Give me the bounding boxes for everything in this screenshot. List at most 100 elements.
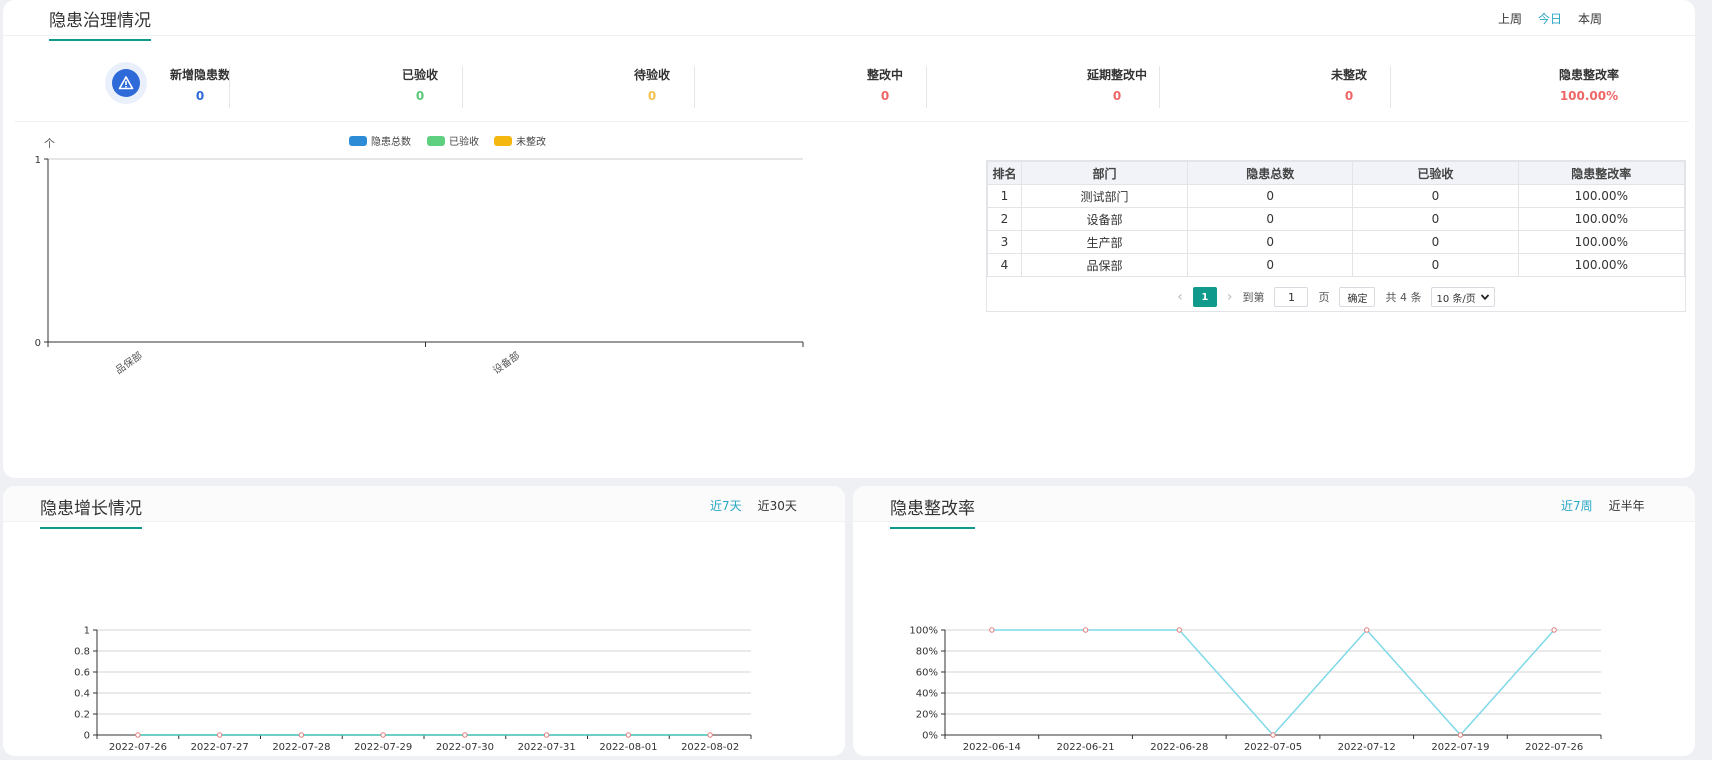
stat-value: 0 (1344, 89, 1354, 103)
y-tick-label: 100% (909, 626, 938, 637)
y-tick-label: 0.6 (74, 668, 90, 679)
tab-last-7-days[interactable]: 近7天 (710, 497, 742, 514)
stat-divider (926, 66, 927, 108)
column-header-accepted: 已验收 (1352, 161, 1519, 185)
column-header-department: 部门 (1020, 161, 1189, 185)
governance-panel: 隐患治理情况 上周 今日 本周 新增隐患数 0 已验收 0 待验收 0 整改中 … (3, 0, 1695, 478)
stat-new-hazards: 新增隐患数 0 (140, 66, 260, 103)
tab-last-week[interactable]: 上周 (1498, 10, 1522, 27)
legend-swatch (349, 136, 367, 146)
x-tick-label: 2022-06-14 (963, 742, 1021, 751)
page-size-select[interactable]: 10 条/页 (1431, 287, 1495, 307)
y-tick-label: 80% (916, 647, 938, 658)
tab-today[interactable]: 今日 (1538, 10, 1562, 27)
department-table: 排名 部门 隐患总数 已验收 隐患整改率 1 测试部门 0 0 100.00% … (986, 160, 1686, 312)
cell-total: 0 (1187, 230, 1354, 254)
cell-department: 测试部门 (1020, 184, 1189, 208)
data-point (543, 732, 550, 738)
data-point (1270, 732, 1276, 738)
y-tick-label: 60% (916, 668, 938, 679)
cell-total: 0 (1187, 253, 1354, 277)
x-tick-label: 2022-08-01 (599, 742, 657, 751)
department-bar-chart: 个 隐患总数 已验收 未整改 0 1 品保部 设备部 (35, 135, 804, 377)
x-tick-label: 2022-08-02 (681, 742, 739, 751)
goto-page-input[interactable] (1274, 287, 1309, 307)
table-row: 1 测试部门 0 0 100.00% (987, 184, 1686, 208)
stat-value: 0 (880, 89, 890, 103)
stat-divider (229, 66, 230, 108)
cell-rank: 3 (987, 230, 1022, 254)
rate-header: 隐患整改率 近7周 近半年 (853, 486, 1695, 529)
x-tick-label: 2022-07-29 (354, 742, 412, 751)
cell-rate: 100.00% (1517, 184, 1686, 208)
goto-label: 到第 (1242, 291, 1265, 304)
data-point (707, 732, 713, 738)
data-point (625, 732, 632, 738)
page-number-button[interactable]: 1 (1192, 287, 1217, 307)
series-line (991, 628, 1555, 737)
growth-title: 隐患增长情况 (40, 494, 142, 529)
cell-total: 0 (1187, 207, 1354, 231)
y-tick-label: 0.8 (74, 647, 90, 658)
chevron-down-icon (1480, 294, 1489, 301)
legend-swatch (427, 136, 445, 146)
table-row: 3 生产部 0 0 100.00% (987, 230, 1686, 254)
chevron-right-icon[interactable]: › (1227, 289, 1233, 305)
data-point (298, 732, 305, 738)
tab-last-30-days[interactable]: 近30天 (758, 497, 797, 514)
department-table-grid: 排名 部门 隐患总数 已验收 隐患整改率 1 测试部门 0 0 100.00% … (987, 161, 1686, 277)
y-tick-label: 0 (84, 731, 90, 742)
data-point (1082, 627, 1089, 633)
stat-value: 0 (195, 89, 205, 103)
x-tick-label: 品保部 (113, 349, 145, 377)
rate-range-tabs: 近7周 近半年 (1561, 497, 1645, 514)
governance-range-tabs: 上周 今日 本周 (1498, 10, 1602, 27)
stat-label: 新增隐患数 (169, 68, 230, 82)
stat-divider (1390, 66, 1391, 108)
legend-label: 隐患总数 (371, 135, 411, 148)
cell-rank: 4 (987, 253, 1022, 277)
cell-rank: 2 (987, 207, 1022, 231)
y-axis-unit: 个 (44, 137, 55, 150)
x-tick-label: 2022-07-05 (1244, 742, 1302, 751)
cell-accepted: 0 (1352, 230, 1519, 254)
growth-panel: 隐患增长情况 近7天 近30天 0 0.2 0.4 0.6 0.8 1 2022-07-26… (3, 486, 845, 756)
x-tick-label: 2022-07-27 (191, 742, 249, 751)
x-tick-label: 设备部 (490, 349, 522, 377)
legend-label: 已验收 (449, 135, 479, 148)
tab-this-week[interactable]: 本周 (1578, 10, 1602, 27)
hazard-growth-line-chart: 0 0.2 0.4 0.6 0.8 1 2022-07-26 2022-07-27 2022-0… (74, 626, 752, 751)
stats-row: 新增隐患数 0 已验收 0 待验收 0 整改中 0 延期整改中 0 未整改 0 (15, 52, 1689, 122)
data-point (1551, 627, 1557, 633)
rate-panel: 隐患整改率 近7周 近半年 0% 20% 40% 60% 80% 100% 2022-06-… (853, 486, 1695, 756)
table-row: 4 品保部 0 0 100.00% (987, 253, 1686, 277)
x-tick-label: 2022-07-31 (518, 742, 576, 751)
cell-department: 设备部 (1020, 207, 1189, 231)
stat-label: 整改中 (866, 68, 903, 82)
page-unit-label: 页 (1318, 291, 1330, 304)
tab-last-half-year[interactable]: 近半年 (1609, 497, 1645, 514)
y-tick-label: 1 (84, 626, 90, 637)
x-tick-label: 2022-07-12 (1338, 742, 1396, 751)
y-tick-label: 40% (916, 689, 938, 700)
chevron-left-icon[interactable]: ‹ (1177, 289, 1183, 305)
total-count-label: 共 4 条 (1385, 291, 1422, 304)
y-tick-label: 0% (922, 731, 938, 742)
cell-rank: 1 (987, 184, 1022, 208)
growth-range-tabs: 近7天 近30天 (710, 497, 797, 514)
stat-label: 隐患整改率 (1558, 68, 1619, 82)
goto-confirm-button[interactable]: 确定 (1339, 287, 1376, 307)
column-header-total: 隐患总数 (1187, 161, 1354, 185)
cell-accepted: 0 (1352, 253, 1519, 277)
data-point (216, 732, 223, 738)
rate-title: 隐患整改率 (890, 494, 975, 529)
x-tick-label: 2022-07-28 (272, 742, 330, 751)
data-point (1176, 627, 1182, 633)
tab-last-7-weeks[interactable]: 近7周 (1561, 497, 1593, 514)
column-header-rank: 排名 (987, 161, 1022, 185)
governance-header: 隐患治理情况 上周 今日 本周 (3, 0, 1695, 41)
x-tick-label: 2022-06-21 (1057, 742, 1115, 751)
x-tick-label: 2022-06-28 (1150, 742, 1208, 751)
governance-title: 隐患治理情况 (49, 6, 151, 41)
cell-department: 品保部 (1020, 253, 1189, 277)
